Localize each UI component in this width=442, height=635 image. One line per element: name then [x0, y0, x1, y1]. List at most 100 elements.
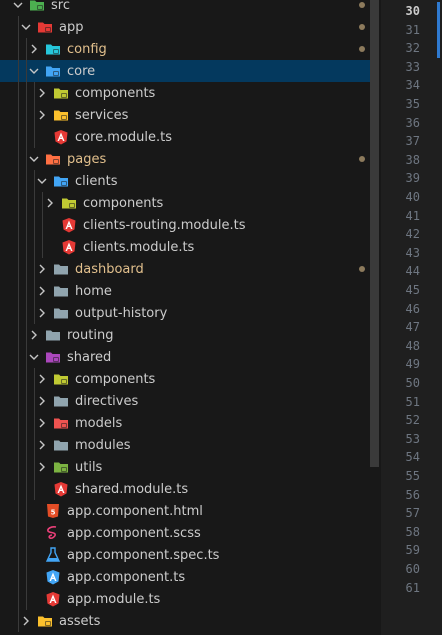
tree-item-label: output-history: [75, 305, 168, 321]
line-number: 51: [405, 394, 420, 409]
line-number: 43: [405, 245, 420, 260]
folder-assets-icon: [37, 613, 53, 629]
angular-file-icon: [61, 239, 77, 255]
chevron-down-icon[interactable]: [26, 151, 42, 167]
folder-item[interactable]: components: [0, 192, 370, 214]
folder-components-icon: [53, 371, 69, 387]
folder-item[interactable]: components: [0, 82, 370, 104]
angular-file-icon: [53, 481, 69, 497]
tree-item-label: components: [75, 371, 156, 387]
folder-components-icon: [61, 195, 77, 211]
tree-item-label: app.component.spec.ts: [67, 547, 220, 563]
svg-text:5: 5: [51, 509, 56, 517]
line-number: 49: [405, 357, 420, 372]
tree-item-label: clients: [75, 173, 118, 189]
file-item[interactable]: app.component.spec.ts: [0, 544, 370, 566]
folder-item[interactable]: app: [0, 16, 370, 38]
line-number: 61: [405, 580, 420, 595]
file-item[interactable]: app.component.scss: [0, 522, 370, 544]
modified-dot-indicator: [359, 46, 365, 52]
tree-item-label: core: [67, 63, 96, 79]
explorer-scrollbar[interactable]: [370, 0, 379, 467]
folder-item[interactable]: config: [0, 38, 370, 60]
tree-item-label: components: [75, 85, 156, 101]
chevron-down-icon[interactable]: [18, 19, 34, 35]
chevron-right-icon[interactable]: [42, 195, 58, 211]
folder-icon: [53, 283, 69, 299]
chevron-right-icon[interactable]: [34, 261, 50, 277]
line-number: 37: [405, 134, 420, 149]
line-number: 41: [405, 208, 420, 223]
tree-item-label: app.component.ts: [67, 569, 186, 585]
line-number: 59: [405, 543, 420, 558]
chevron-right-icon[interactable]: [34, 415, 50, 431]
tree-item-label: app.component.html: [67, 503, 203, 519]
line-number: 39: [405, 171, 420, 186]
line-number: 31: [405, 22, 420, 37]
chevron-down-icon[interactable]: [26, 63, 42, 79]
line-number: 47: [405, 320, 420, 335]
folder-item[interactable]: dashboard: [0, 258, 370, 280]
chevron-right-icon[interactable]: [34, 393, 50, 409]
folder-item[interactable]: assets: [0, 610, 370, 632]
file-item[interactable]: core.module.ts: [0, 126, 370, 148]
folder-item[interactable]: components: [0, 368, 370, 390]
line-number: 50: [405, 376, 420, 390]
chevron-right-icon[interactable]: [26, 41, 42, 57]
chevron-right-icon[interactable]: [18, 613, 34, 629]
file-item[interactable]: app.component.ts: [0, 566, 370, 588]
chevron-right-icon[interactable]: [34, 283, 50, 299]
file-item[interactable]: 5 app.component.html: [0, 500, 370, 522]
chevron-right-icon[interactable]: [34, 107, 50, 123]
line-number: 57: [405, 506, 420, 521]
file-item[interactable]: clients-routing.module.ts: [0, 214, 370, 236]
folder-components-icon: [53, 85, 69, 101]
chevron-down-icon[interactable]: [34, 173, 50, 189]
file-item[interactable]: shared.module.ts: [0, 478, 370, 500]
tree-item-label: assets: [59, 613, 101, 629]
folder-src-open-icon: [29, 0, 45, 13]
line-number: 34: [405, 78, 420, 93]
folder-item[interactable]: directives: [0, 390, 370, 412]
sass-file-icon: [45, 525, 61, 541]
folder-item[interactable]: pages: [0, 148, 370, 170]
tree-item-label: directives: [75, 393, 139, 409]
html5-file-icon: 5: [45, 503, 61, 519]
line-number: 60: [405, 562, 420, 576]
folder-item[interactable]: routing: [0, 324, 370, 346]
folder-item[interactable]: clients: [0, 170, 370, 192]
chevron-right-icon[interactable]: [34, 305, 50, 321]
line-number: 33: [405, 59, 420, 74]
line-number: 36: [405, 115, 420, 130]
folder-item[interactable]: home: [0, 280, 370, 302]
chevron-right-icon[interactable]: [34, 437, 50, 453]
chevron-down-icon[interactable]: [10, 0, 26, 13]
tree-item-label: core.module.ts: [75, 129, 173, 145]
test-flask-icon: [45, 547, 61, 563]
chevron-right-icon[interactable]: [34, 459, 50, 475]
folder-icon: [53, 393, 69, 409]
line-number: 54: [405, 450, 420, 465]
folder-item[interactable]: services: [0, 104, 370, 126]
file-item[interactable]: app.module.ts: [0, 588, 370, 610]
folder-item[interactable]: output-history: [0, 302, 370, 324]
angular-file-icon: [45, 591, 61, 607]
folder-item[interactable]: core: [0, 60, 370, 82]
folder-item[interactable]: shared: [0, 346, 370, 368]
chevron-down-icon[interactable]: [26, 349, 42, 365]
file-item[interactable]: clients.module.ts: [0, 236, 370, 258]
tree-item-label: routing: [67, 327, 114, 343]
folder-item[interactable]: src: [0, 0, 370, 16]
line-number: 52: [405, 413, 420, 428]
line-number: 58: [405, 524, 420, 539]
chevron-right-icon[interactable]: [34, 85, 50, 101]
folder-item[interactable]: utils: [0, 456, 370, 478]
chevron-right-icon[interactable]: [26, 327, 42, 343]
folder-item[interactable]: modules: [0, 434, 370, 456]
indent-guide: [18, 16, 19, 632]
folder-item[interactable]: models: [0, 412, 370, 434]
chevron-right-icon[interactable]: [34, 371, 50, 387]
folder-services-icon: [53, 107, 69, 123]
line-number: 42: [405, 227, 420, 242]
tree-item-label: app: [59, 19, 84, 35]
